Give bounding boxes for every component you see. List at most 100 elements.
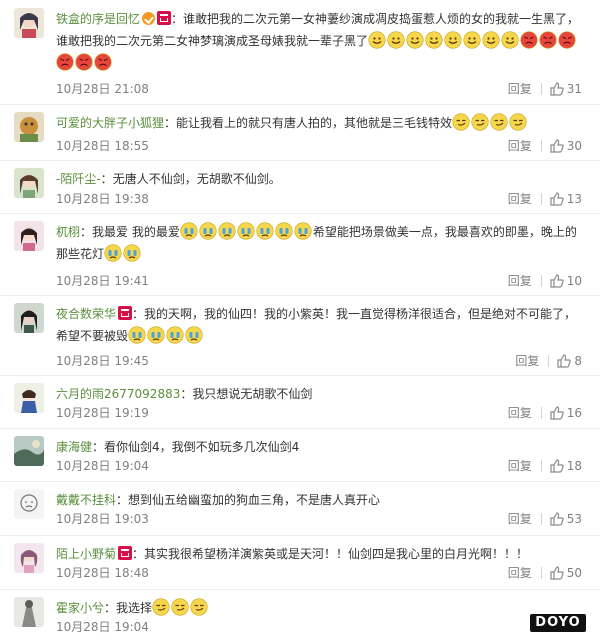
comment-body: 夜合数荣华 ：我的天啊，我的仙四！我的小紫英！我一直觉得杨洋很适合，但是绝对不可能…: [56, 306, 577, 344]
comment-item: 戴戴不挂科：想到仙五给幽蛮加的狗血三角，不是唐人真开心 10月28日 19:03…: [0, 481, 600, 536]
divider: [540, 513, 542, 525]
comment-meta: 10月28日 18:55 回复 30: [56, 137, 582, 155]
like-button[interactable]: 31: [550, 80, 582, 98]
comment-text: 我最爱 我的最爱: [92, 225, 180, 239]
divider: [540, 567, 542, 579]
smirk-emoji-icon: [509, 113, 528, 131]
comment-text: 其实我很希望杨洋演紫英或是天河！！仙剑四是我心里的白月光啊！！！: [144, 547, 529, 561]
divider: [540, 140, 542, 152]
comment-date: 10月28日 19:03: [56, 512, 149, 526]
avatar[interactable]: [14, 383, 44, 413]
comment-text: 无唐人不仙剑，无胡歌不仙剑。: [112, 172, 281, 186]
avatar[interactable]: [14, 303, 44, 333]
avatar[interactable]: [14, 597, 44, 627]
reply-button[interactable]: 回复: [508, 404, 532, 422]
comment-date: 10月28日 19:19: [56, 406, 149, 420]
smile-emoji-icon: [387, 31, 406, 49]
emoji-row: [128, 326, 204, 344]
username[interactable]: 霍家小兮: [56, 601, 104, 615]
username[interactable]: -陌阡尘-: [56, 172, 101, 186]
comment-meta: 10月28日 21:08 回复 31: [56, 80, 582, 98]
cry-emoji-icon: [275, 222, 294, 240]
like-count: 8: [574, 354, 582, 368]
smile-emoji-icon: [425, 31, 444, 49]
comment-meta: 10月28日 19:03 回复 53: [56, 510, 582, 528]
smirk-emoji-icon: [471, 113, 490, 131]
like-button[interactable]: 10: [550, 272, 582, 290]
comment-text: 想到仙五给幽蛮加的狗血三角，不是唐人真开心: [128, 493, 381, 507]
avatar[interactable]: [14, 436, 44, 466]
like-button[interactable]: 8: [557, 352, 582, 370]
reply-button[interactable]: 回复: [508, 80, 532, 98]
comment-item: 霍家小兮：我选择 10月28日 19:04: [0, 589, 600, 641]
reply-button[interactable]: 回复: [508, 190, 532, 208]
avatar[interactable]: [14, 8, 44, 38]
like-count: 16: [566, 406, 582, 420]
emoji-row: [452, 113, 528, 131]
avatar[interactable]: [14, 168, 44, 198]
reply-button[interactable]: 回复: [508, 137, 532, 155]
comment-date: 10月28日 19:04: [56, 620, 149, 634]
reply-button[interactable]: 回复: [508, 564, 532, 582]
comment-body: 铁盒的序是回忆 ：谁敢把我的二次元第一女神萋纱演成凋皮捣蛋惹人烦的女的我就一生黑了…: [56, 8, 582, 74]
thumbs-up-icon: [550, 82, 564, 96]
like-count: 53: [566, 512, 582, 526]
comment-meta: 10月28日 19:38 回复 13: [56, 190, 582, 208]
reply-button[interactable]: 回复: [508, 510, 532, 528]
comment-body: 霍家小兮：我选择: [56, 597, 582, 619]
username[interactable]: 六月的雨2677092883: [56, 387, 180, 401]
like-count: 10: [566, 274, 582, 288]
avatar[interactable]: [14, 543, 44, 573]
reply-button[interactable]: 回复: [508, 272, 532, 290]
avatar[interactable]: [14, 489, 44, 519]
avatar[interactable]: [14, 112, 44, 142]
comment-body: -陌阡尘-：无唐人不仙剑，无胡歌不仙剑。: [56, 172, 281, 186]
username[interactable]: 康海健: [56, 440, 92, 454]
angry-emoji-icon: [520, 31, 539, 49]
comment-body: 可爱的大胖子小狐狸：能让我看上的就只有唐人拍的，其他就是三毛钱特效: [56, 112, 582, 134]
comment-item: 六月的雨2677092883：我只想说无胡歌不仙剑 10月28日 19:19 回…: [0, 375, 600, 429]
smirk-emoji-icon: [171, 598, 190, 616]
comment-body: 六月的雨2677092883：我只想说无胡歌不仙剑: [56, 387, 313, 401]
smile-emoji-icon: [444, 31, 463, 49]
like-button[interactable]: 13: [550, 190, 582, 208]
cry-emoji-icon: [294, 222, 313, 240]
comment-item: 康海健：看你仙剑4，我倒不如玩多几次仙剑4 10月28日 19:04 回复 18: [0, 428, 600, 482]
smile-emoji-icon: [463, 31, 482, 49]
comment-item: -陌阡尘-：无唐人不仙剑，无胡歌不仙剑。 10月28日 19:38 回复 13: [0, 160, 600, 214]
like-button[interactable]: 53: [550, 510, 582, 528]
username[interactable]: 陌上小野菊: [56, 547, 116, 561]
username[interactable]: 杌栩: [56, 225, 80, 239]
comment-body: 康海健：看你仙剑4，我倒不如玩多几次仙剑4: [56, 440, 300, 454]
reply-button[interactable]: 回复: [515, 352, 539, 370]
username[interactable]: 可爱的大胖子小狐狸: [56, 116, 164, 130]
thumbs-up-icon: [550, 406, 564, 420]
thumbs-up-icon: [550, 274, 564, 288]
comment-item: 杌栩：我最爱 我的最爱 希望能把场景做美一点，我最喜欢的即墨，晚上的那些花灯 10…: [0, 213, 600, 296]
thumbs-up-icon: [550, 139, 564, 153]
username[interactable]: 夜合数荣华: [56, 307, 116, 321]
reply-button[interactable]: 回复: [508, 457, 532, 475]
comment-meta: 10月28日 19:19 回复 16: [56, 404, 582, 422]
cry-emoji-icon: [123, 244, 142, 262]
thumbs-up-icon: [550, 192, 564, 206]
thumbs-up-icon: [550, 459, 564, 473]
like-button[interactable]: 16: [550, 404, 582, 422]
username[interactable]: 铁盒的序是回忆: [56, 12, 140, 26]
like-button[interactable]: 50: [550, 564, 582, 582]
comment-date: 10月28日 19:41: [56, 274, 149, 288]
smile-emoji-icon: [406, 31, 425, 49]
emoji-row: [152, 598, 209, 616]
angry-emoji-icon: [558, 31, 577, 49]
avatar[interactable]: [14, 221, 44, 251]
smile-emoji-icon: [368, 31, 387, 49]
smirk-emoji-icon: [190, 598, 209, 616]
comment-date: 10月28日 18:48: [56, 566, 149, 580]
like-button[interactable]: 30: [550, 137, 582, 155]
like-button[interactable]: 18: [550, 457, 582, 475]
username[interactable]: 戴戴不挂科: [56, 493, 116, 507]
thumbs-up-icon: [550, 512, 564, 526]
divider: [540, 193, 542, 205]
angry-emoji-icon: [75, 53, 94, 71]
shop-badge-icon: [118, 546, 133, 560]
